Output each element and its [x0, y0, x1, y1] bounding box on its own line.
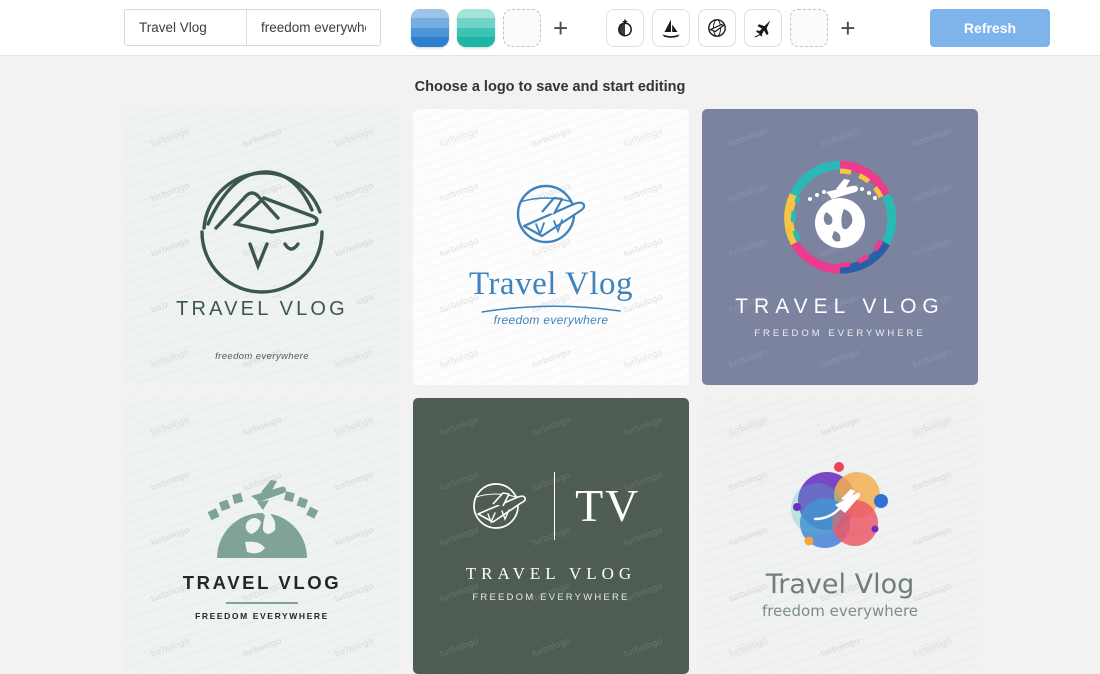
brand-name-input[interactable]	[125, 10, 247, 45]
globe-plane-mark	[516, 184, 586, 243]
palette-swatch-empty[interactable]	[503, 8, 541, 47]
vertical-divider	[553, 471, 556, 540]
halfglobe-plane-mark	[207, 479, 319, 558]
logo-monogram: TV	[575, 479, 641, 531]
plane-takeoff-icon[interactable]	[744, 8, 783, 47]
palette-band	[411, 37, 449, 47]
logo-card-halfglobe-plane[interactable]: turbologo turbologo turbologo turbologo turb…	[124, 398, 400, 674]
logo-card-globe-plane-blue[interactable]: turbologo turbologo turbologo turbologo turb…	[413, 109, 689, 385]
palette-band	[457, 37, 495, 47]
icon-group: +	[606, 8, 859, 47]
slogan-input[interactable]	[247, 10, 380, 45]
divider-rule	[226, 601, 298, 604]
logo-title: TRAVEL VLOG	[182, 571, 342, 593]
refresh-button[interactable]: Refresh	[930, 8, 1050, 47]
add-palette-button[interactable]: +	[549, 15, 572, 41]
logo-slogan: freedom everywhere	[493, 312, 609, 327]
logo-title: TRAVEL VLOG	[735, 295, 945, 318]
logo-grid: turbologo turbologo turbologo turbologo turb…	[124, 109, 978, 674]
logo-title: Travel Vlog	[765, 568, 915, 600]
logo-slogan: FREEDOM EVERYWHERE	[195, 610, 329, 621]
palette-band	[411, 27, 449, 37]
logo-card-colorful-ring[interactable]: turbologo turbologo turbologo turbologo turb…	[702, 109, 978, 385]
globe-compass-icon[interactable]	[606, 8, 645, 47]
logo-card-tv-monogram[interactable]: turbologo turbologo turbologo turbologo turb…	[413, 398, 689, 674]
logo-slogan: FREEDOM EVERYWHERE	[754, 328, 926, 339]
brand-text-fields	[124, 9, 381, 46]
globe-plane-icon[interactable]	[698, 8, 737, 47]
palette-swatch-teal[interactable]	[457, 8, 495, 47]
page-title: Choose a logo to save and start editing	[414, 79, 686, 95]
logo-card-circle-mountain[interactable]: turbologo turbologo turbologo turbologo turb…	[124, 109, 400, 385]
color-circles-plane-mark	[791, 461, 888, 548]
logo-title: TRAVEL VLOG	[168, 298, 356, 321]
palette-swatch-blue[interactable]	[411, 8, 449, 47]
palette-band	[457, 18, 495, 28]
palette-band	[457, 8, 495, 18]
circle-mountain-plane-mark	[200, 170, 324, 294]
logo-slogan: freedom everywhere	[761, 601, 919, 620]
toolbar: +	[0, 0, 1100, 56]
palette-group: +	[411, 8, 572, 47]
logo-title: Travel Vlog	[468, 265, 634, 302]
logo-slogan: freedom everywhere	[215, 351, 309, 362]
icon-slot-empty[interactable]	[790, 8, 829, 47]
palette-band	[411, 8, 449, 18]
colorful-ring-globe-mark	[784, 160, 897, 274]
logo-card-color-circles[interactable]: turbologo turbologo turbologo turbologo turb…	[702, 398, 978, 674]
globe-plane-outline-icon	[472, 482, 526, 529]
add-icon-button[interactable]: +	[836, 15, 859, 41]
palette-band	[411, 18, 449, 28]
logo-slogan: FREEDOM EVERYWHERE	[472, 591, 630, 603]
logo-title: TRAVEL VLOG	[465, 563, 637, 583]
palette-band	[457, 27, 495, 37]
sailboat-icon[interactable]	[652, 8, 691, 47]
